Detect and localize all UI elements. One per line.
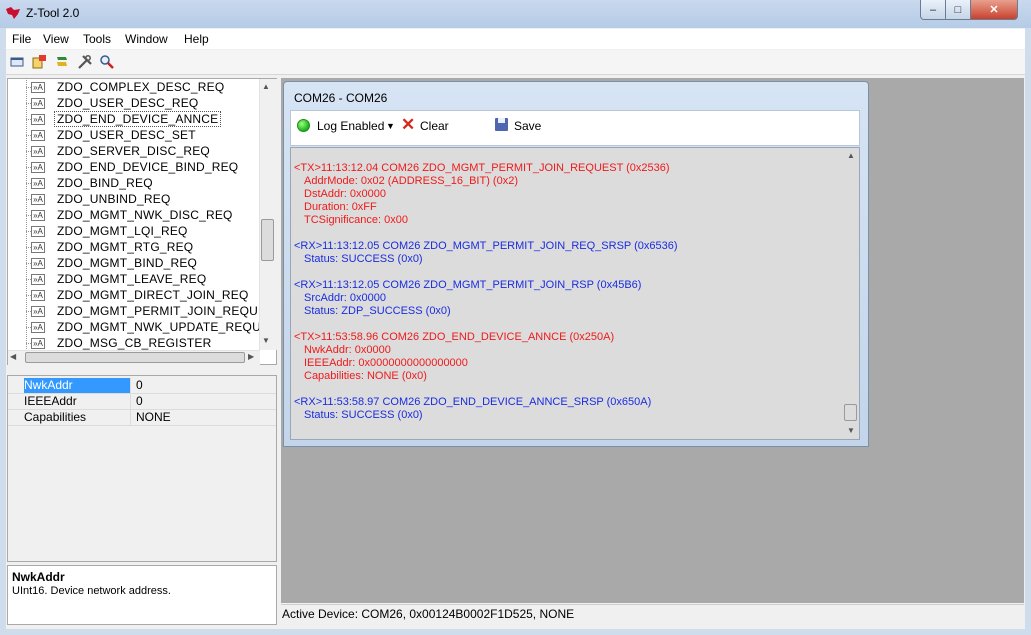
tree-item[interactable]: ZDO_BIND_REQ xyxy=(57,175,153,191)
clear-icon[interactable]: ✕ xyxy=(401,115,415,135)
log-field: Duration: 0xFF xyxy=(304,201,377,213)
scroll-up-icon[interactable]: ▲ xyxy=(847,151,855,160)
log-field: Capabilities: NONE (0x0) xyxy=(304,370,427,382)
command-node-icon: »A xyxy=(31,306,45,317)
tree-item[interactable]: ZDO_USER_DESC_REQ xyxy=(57,95,198,111)
save-icon[interactable] xyxy=(495,118,508,131)
console-icon[interactable] xyxy=(8,53,26,71)
command-node-icon: »A xyxy=(31,322,45,333)
command-node-icon: »A xyxy=(31,242,45,253)
scroll-down-icon[interactable]: ▼ xyxy=(847,426,855,435)
tree-item[interactable]: ZDO_MGMT_LEAVE_REQ xyxy=(57,271,206,287)
toolbar xyxy=(6,50,1025,75)
log-field: DstAddr: 0x0000 xyxy=(304,188,386,200)
tree-item[interactable]: ZDO_SERVER_DISC_REQ xyxy=(57,143,210,159)
tree-item-selected[interactable]: ZDO_END_DEVICE_ANNCE xyxy=(54,111,222,127)
command-node-icon: »A xyxy=(31,178,45,189)
log-field: NwkAddr: 0x0000 xyxy=(304,344,391,356)
description-title: NwkAddr xyxy=(12,570,65,584)
log-tx-header: <TX>11:53:58.96 COM26 ZDO_END_DEVICE_ANN… xyxy=(294,331,615,343)
log-rx-header: <RX>11:13:12.05 COM26 ZDO_MGMT_PERMIT_JO… xyxy=(294,279,642,291)
log-rx-header: <RX>11:13:12.05 COM26 ZDO_MGMT_PERMIT_JO… xyxy=(294,240,678,252)
log-field: AddrMode: 0x02 (ADDRESS_16_BIT) (0x2) xyxy=(304,175,518,187)
command-node-icon: »A xyxy=(31,146,45,157)
scroll-left-icon[interactable]: ◀ xyxy=(10,352,16,361)
tree-scroll-thumb[interactable] xyxy=(261,219,274,261)
command-node-icon: »A xyxy=(31,290,45,301)
tools-icon[interactable] xyxy=(76,53,94,71)
command-node-icon: »A xyxy=(31,274,45,285)
tree-item[interactable]: ZDO_MGMT_PERMIT_JOIN_REQUES xyxy=(57,303,259,319)
tree-item[interactable]: ZDO_MGMT_NWK_UPDATE_REQUE xyxy=(57,319,259,335)
log-field: IEEEAddr: 0x0000000000000000 xyxy=(304,357,468,369)
command-node-icon: »A xyxy=(31,338,45,349)
app-title: Z-Tool 2.0 xyxy=(26,6,80,20)
tree-item[interactable]: ZDO_MGMT_DIRECT_JOIN_REQ xyxy=(57,287,249,303)
description-text: UInt16. Device network address. xyxy=(12,585,171,597)
command-node-icon: »A xyxy=(31,210,45,221)
tree-item[interactable]: ZDO_MGMT_LQI_REQ xyxy=(57,223,188,239)
scroll-up-icon[interactable]: ▲ xyxy=(262,82,270,91)
command-node-icon: »A xyxy=(31,226,45,237)
device-icon[interactable] xyxy=(30,53,48,71)
status-text: Active Device: COM26, 0x00124B0002F1D525… xyxy=(282,607,575,621)
close-button[interactable]: ✕ xyxy=(970,0,1018,20)
menu-file[interactable]: File xyxy=(12,32,31,46)
log-field: TCSignificance: 0x00 xyxy=(304,214,408,226)
menu-help[interactable]: Help xyxy=(184,32,209,46)
menu-view[interactable]: View xyxy=(43,32,69,46)
property-value[interactable]: 0 xyxy=(136,378,143,393)
dropdown-arrow-icon[interactable]: ▼ xyxy=(386,121,395,131)
ti-logo-icon xyxy=(6,7,20,19)
menu-window[interactable]: Window xyxy=(125,32,168,46)
tree-item[interactable]: ZDO_COMPLEX_DESC_REQ xyxy=(57,79,224,95)
title-bar xyxy=(0,0,1031,28)
log-scroll-thumb[interactable] xyxy=(844,404,857,421)
log-rx-header: <RX>11:53:58.97 COM26 ZDO_END_DEVICE_ANN… xyxy=(294,396,652,408)
child-window-title: COM26 - COM26 xyxy=(294,91,388,105)
scroll-down-icon[interactable]: ▼ xyxy=(262,336,270,345)
tree-item[interactable]: ZDO_MGMT_NWK_DISC_REQ xyxy=(57,207,233,223)
command-node-icon: »A xyxy=(31,114,45,125)
minimize-button[interactable]: – xyxy=(920,0,946,20)
tree-item[interactable]: ZDO_MGMT_RTG_REQ xyxy=(57,239,193,255)
tree-item[interactable]: ZDO_MSG_CB_REGISTER xyxy=(57,335,212,351)
tree-item[interactable]: ZDO_MGMT_BIND_REQ xyxy=(57,255,197,271)
property-name[interactable]: IEEEAddr xyxy=(24,394,130,409)
scroll-right-icon[interactable]: ▶ xyxy=(248,352,254,361)
maximize-button[interactable]: □ xyxy=(945,0,971,20)
property-value[interactable]: NONE xyxy=(136,410,171,425)
command-node-icon: »A xyxy=(31,162,45,173)
log-enabled-button[interactable]: Log Enabled xyxy=(317,119,384,133)
menu-tools[interactable]: Tools xyxy=(83,32,111,46)
tree-item[interactable]: ZDO_USER_DESC_SET xyxy=(57,127,196,143)
tree-item[interactable]: ZDO_UNBIND_REQ xyxy=(57,191,170,207)
tree-hscroll-thumb[interactable] xyxy=(25,352,245,363)
log-field: Status: SUCCESS (0x0) xyxy=(304,253,423,265)
script-icon[interactable] xyxy=(53,53,71,71)
tree-item-label: ZDO_END_DEVICE_ANNCE xyxy=(54,111,222,127)
search-icon[interactable] xyxy=(98,53,116,71)
property-name[interactable]: NwkAddr xyxy=(24,378,130,393)
log-status-icon xyxy=(297,119,310,132)
tree-item[interactable]: ZDO_END_DEVICE_BIND_REQ xyxy=(57,159,238,175)
log-tx-header: <TX>11:13:12.04 COM26 ZDO_MGMT_PERMIT_JO… xyxy=(294,162,670,174)
log-field: Status: ZDP_SUCCESS (0x0) xyxy=(304,305,451,317)
command-node-icon: »A xyxy=(31,194,45,205)
tree-vertical-scrollbar[interactable] xyxy=(259,79,277,350)
log-field: SrcAddr: 0x0000 xyxy=(304,292,386,304)
property-name[interactable]: Capabilities xyxy=(24,410,130,425)
clear-button[interactable]: Clear xyxy=(420,119,449,133)
command-node-icon: »A xyxy=(31,130,45,141)
log-field: Status: SUCCESS (0x0) xyxy=(304,409,423,421)
command-node-icon: »A xyxy=(31,258,45,269)
property-value[interactable]: 0 xyxy=(136,394,143,409)
save-button[interactable]: Save xyxy=(514,119,541,133)
command-node-icon: »A xyxy=(31,98,45,109)
command-node-icon: »A xyxy=(31,82,45,93)
log-vertical-scrollbar[interactable] xyxy=(843,148,859,439)
